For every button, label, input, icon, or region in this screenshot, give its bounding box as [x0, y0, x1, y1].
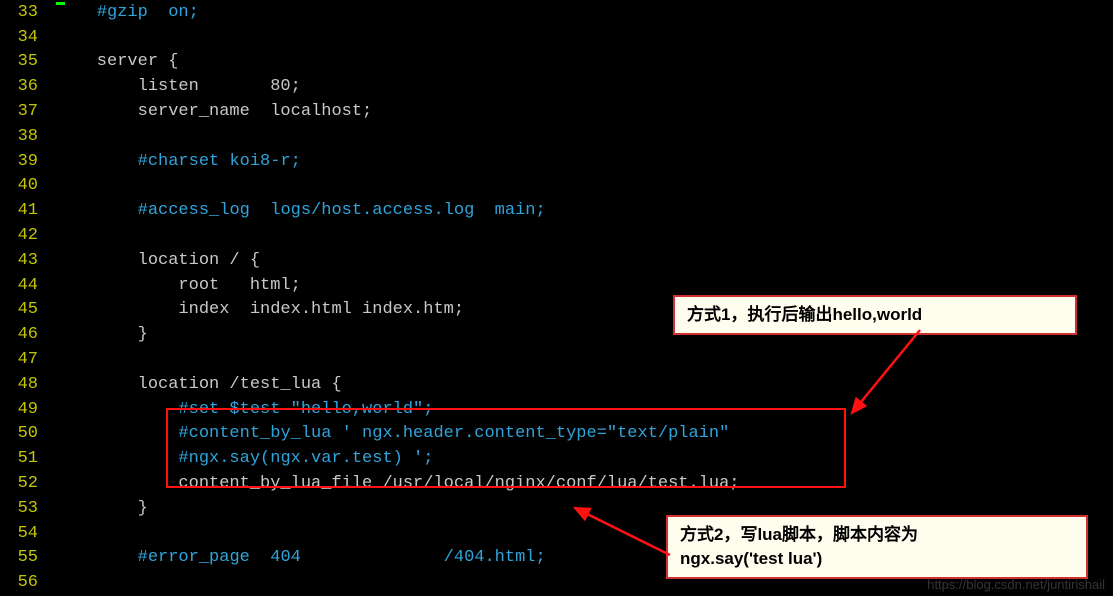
code-text[interactable]: location /test_lua { [56, 375, 342, 394]
code-text[interactable]: } [56, 499, 148, 518]
code-text[interactable]: location / { [56, 251, 260, 270]
annotation-text-1: 方式1，执行后输出hello,world [687, 305, 922, 324]
code-text[interactable]: listen 80; [56, 77, 301, 96]
line-number: 54 [0, 524, 56, 543]
code-line[interactable]: 41 #access_log logs/host.access.log main… [0, 198, 1113, 223]
code-line[interactable]: 48 location /test_lua { [0, 372, 1113, 397]
line-number: 41 [0, 201, 56, 220]
line-number: 47 [0, 350, 56, 369]
line-number: 42 [0, 226, 56, 245]
code-text[interactable]: #access_log logs/host.access.log main; [56, 201, 546, 220]
code-text[interactable]: #gzip on; [56, 3, 199, 22]
line-number: 43 [0, 251, 56, 270]
code-line[interactable]: 52 content_by_lua_file /usr/local/nginx/… [0, 471, 1113, 496]
annotation-callout-1: 方式1，执行后输出hello,world [673, 295, 1077, 335]
code-line[interactable]: 33 #gzip on; [0, 0, 1113, 25]
line-number: 55 [0, 548, 56, 567]
code-text[interactable]: #set $test "hello,world"; [56, 400, 433, 419]
code-line[interactable]: 51 #ngx.say(ngx.var.test) '; [0, 446, 1113, 471]
line-number: 37 [0, 102, 56, 121]
code-text[interactable]: #error_page 404 /404.html; [56, 548, 546, 567]
code-text[interactable]: #content_by_lua ' ngx.header.content_typ… [56, 424, 729, 443]
line-number: 52 [0, 474, 56, 493]
code-text[interactable]: } [56, 325, 148, 344]
code-text[interactable]: #charset koi8-r; [56, 152, 301, 171]
code-line[interactable]: 34 [0, 25, 1113, 50]
line-number: 35 [0, 52, 56, 71]
code-line[interactable]: 35 server { [0, 50, 1113, 75]
code-line[interactable]: 49 #set $test "hello,world"; [0, 397, 1113, 422]
annotation-text-2a: 方式2，写lua脚本，脚本内容为 [680, 525, 918, 544]
code-line[interactable]: 50 #content_by_lua ' ngx.header.content_… [0, 422, 1113, 447]
watermark: https://blog.csdn.net/juntirishail [927, 577, 1105, 592]
annotation-callout-2: 方式2，写lua脚本，脚本内容为 ngx.say('test lua') [666, 515, 1088, 579]
line-number: 50 [0, 424, 56, 443]
code-editor[interactable]: 33 #gzip on;3435 server {36 listen 80;37… [0, 0, 1113, 596]
code-line[interactable]: 44 root html; [0, 273, 1113, 298]
code-text[interactable]: server_name localhost; [56, 102, 372, 121]
line-number: 45 [0, 300, 56, 319]
code-line[interactable]: 42 [0, 223, 1113, 248]
line-number: 53 [0, 499, 56, 518]
code-line[interactable]: 36 listen 80; [0, 74, 1113, 99]
code-text[interactable]: server { [56, 52, 178, 71]
line-number: 33 [0, 3, 56, 22]
code-line[interactable]: 38 [0, 124, 1113, 149]
code-line[interactable]: 47 [0, 347, 1113, 372]
code-text[interactable]: root html; [56, 276, 301, 295]
code-text[interactable]: index index.html index.htm; [56, 300, 464, 319]
line-number: 36 [0, 77, 56, 96]
code-line[interactable]: 37 server_name localhost; [0, 99, 1113, 124]
annotation-text-2b: ngx.say('test lua') [680, 549, 822, 568]
line-number: 44 [0, 276, 56, 295]
line-number: 38 [0, 127, 56, 146]
line-number: 51 [0, 449, 56, 468]
code-line[interactable]: 40 [0, 174, 1113, 199]
line-number: 46 [0, 325, 56, 344]
line-number: 34 [0, 28, 56, 47]
code-text[interactable]: content_by_lua_file /usr/local/nginx/con… [56, 474, 740, 493]
code-line[interactable]: 39 #charset koi8-r; [0, 149, 1113, 174]
code-text[interactable]: #ngx.say(ngx.var.test) '; [56, 449, 433, 468]
line-number: 49 [0, 400, 56, 419]
line-number: 40 [0, 176, 56, 195]
line-number: 39 [0, 152, 56, 171]
line-number: 56 [0, 573, 56, 592]
code-line[interactable]: 43 location / { [0, 248, 1113, 273]
line-number: 48 [0, 375, 56, 394]
